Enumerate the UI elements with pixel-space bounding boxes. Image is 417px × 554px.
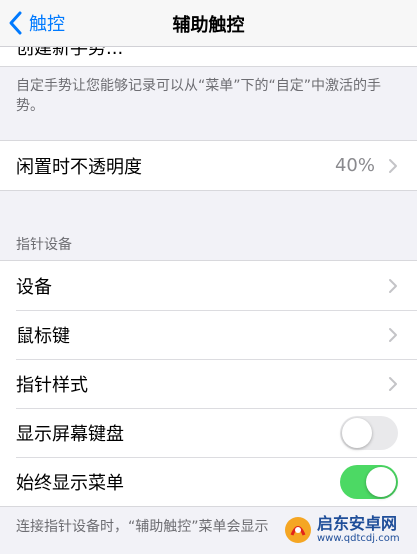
- chevron-right-icon: [389, 327, 397, 342]
- toggle-knob: [342, 417, 372, 448]
- always-show-menu-row: 始终显示菜单: [0, 457, 417, 506]
- show-onscreen-keyboard-toggle[interactable]: [340, 415, 398, 450]
- show-onscreen-keyboard-label: 显示屏幕键盘: [16, 423, 124, 445]
- idle-opacity-value: 40%: [334, 155, 375, 176]
- devices-label: 设备: [16, 276, 52, 298]
- idle-opacity-label: 闲置时不透明度: [16, 156, 142, 178]
- watermark: 启东安卓网 www.qdtcdj.com: [283, 508, 413, 552]
- devices-row[interactable]: 设备: [0, 261, 417, 310]
- always-show-menu-label: 始终显示菜单: [16, 472, 124, 494]
- chevron-right-icon: [389, 158, 397, 173]
- pointer-style-label: 指针样式: [16, 374, 88, 396]
- idle-opacity-row[interactable]: 闲置时不透明度 40%: [0, 141, 417, 190]
- chevron-right-icon: [389, 376, 397, 391]
- watermark-title: 启东安卓网: [317, 514, 398, 533]
- pointer-devices-group: 设备 鼠标键 指针样式 显示屏幕键盘 始终显示菜单: [0, 260, 417, 507]
- idle-opacity-group: 闲置时不透明度 40%: [0, 140, 417, 191]
- pointer-style-row[interactable]: 指针样式: [0, 359, 417, 408]
- always-show-menu-toggle[interactable]: [340, 464, 398, 499]
- toggle-knob: [366, 466, 396, 497]
- chevron-right-icon: [389, 278, 397, 293]
- custom-gesture-footnote: 自定手势让您能够记录可以从“菜单”下的“自定”中激活的手势。: [16, 78, 382, 114]
- page-title: 辅助触控: [172, 15, 245, 36]
- watermark-logo-icon: [285, 517, 311, 543]
- show-onscreen-keyboard-row: 显示屏幕键盘: [0, 408, 417, 457]
- navigation-bar: 触控 辅助触控: [0, 0, 417, 47]
- mouse-keys-label: 鼠标键: [16, 325, 70, 347]
- mouse-keys-row[interactable]: 鼠标键: [0, 310, 417, 359]
- watermark-url: www.qdtcdj.com: [317, 533, 400, 544]
- section-header-pointer-devices: 指针设备: [16, 237, 72, 253]
